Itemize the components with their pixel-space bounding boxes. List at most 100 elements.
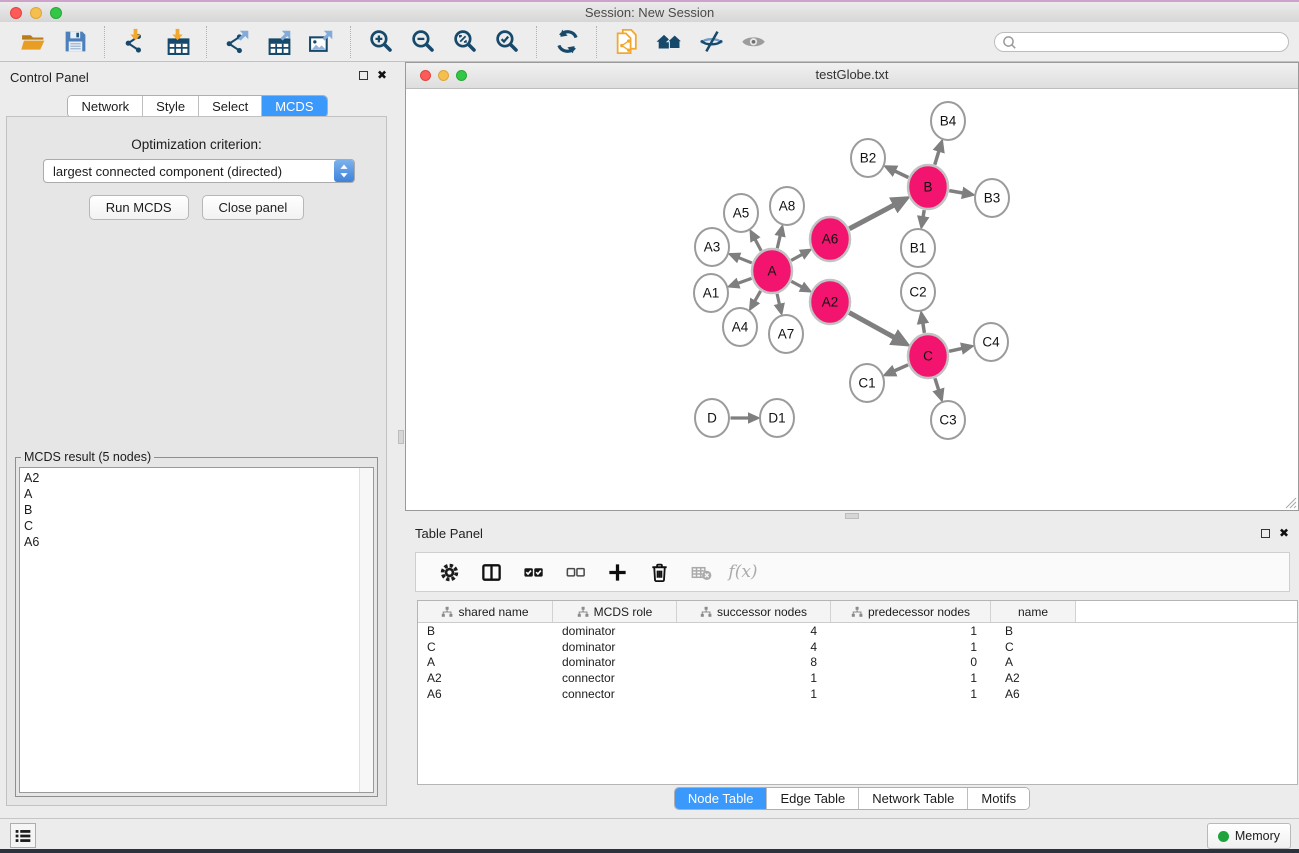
- node-B3[interactable]: B3: [975, 179, 1009, 217]
- edge-A-A3[interactable]: [739, 258, 752, 263]
- zoom-in-icon[interactable]: [364, 26, 398, 58]
- column-header-shared-name[interactable]: shared name: [418, 601, 553, 622]
- node-A[interactable]: A: [752, 249, 792, 293]
- table-cell[interactable]: 1: [677, 687, 831, 701]
- new-network-from-file-icon[interactable]: [610, 26, 644, 58]
- table-row[interactable]: A6connector11A6: [418, 686, 1297, 702]
- column-header-MCDS-role[interactable]: MCDS role: [553, 601, 677, 622]
- result-item[interactable]: A: [24, 486, 373, 502]
- resize-grip-icon[interactable]: [1285, 497, 1297, 509]
- table-cell[interactable]: A: [991, 655, 1076, 669]
- hide-unselected-icon[interactable]: [694, 26, 728, 58]
- function-builder-icon[interactable]: f(x): [728, 557, 758, 587]
- node-C[interactable]: C: [908, 334, 948, 378]
- edge-A-A2[interactable]: [791, 281, 802, 287]
- tab-network-table[interactable]: Network Table: [859, 788, 968, 809]
- edge-A2-C[interactable]: [849, 313, 894, 338]
- table-cell[interactable]: 4: [677, 640, 831, 654]
- column-header-name[interactable]: name: [991, 601, 1076, 622]
- node-C4[interactable]: C4: [974, 323, 1008, 361]
- table-row[interactable]: A2connector11A2: [418, 670, 1297, 686]
- node-A6[interactable]: A6: [810, 217, 850, 261]
- column-header-predecessor-nodes[interactable]: predecessor nodes: [831, 601, 991, 622]
- task-history-button[interactable]: [10, 823, 36, 848]
- show-all-icon[interactable]: [736, 26, 770, 58]
- node-D[interactable]: D: [695, 399, 729, 437]
- tab-mcds[interactable]: MCDS: [262, 96, 326, 117]
- search-input[interactable]: [1018, 34, 1288, 50]
- node-A4[interactable]: A4: [723, 308, 757, 346]
- zoom-fit-icon[interactable]: [448, 26, 482, 58]
- edge-A-A8[interactable]: [777, 236, 780, 249]
- zoom-out-icon[interactable]: [406, 26, 440, 58]
- tab-network[interactable]: Network: [68, 96, 143, 117]
- node-A5[interactable]: A5: [724, 194, 758, 232]
- table-row[interactable]: Adominator80A: [418, 655, 1297, 671]
- delete-table-icon[interactable]: [686, 557, 716, 587]
- table-cell[interactable]: dominator: [553, 624, 677, 638]
- delete-column-icon[interactable]: [644, 557, 674, 587]
- criterion-dropdown[interactable]: largest connected component (directed): [43, 159, 355, 183]
- import-network-icon[interactable]: [118, 26, 152, 58]
- edge-C-C3[interactable]: [935, 378, 939, 390]
- result-item[interactable]: B: [24, 502, 373, 518]
- save-session-icon[interactable]: [58, 26, 92, 58]
- node-A8[interactable]: A8: [770, 187, 804, 225]
- node-C3[interactable]: C3: [931, 401, 965, 439]
- export-image-icon[interactable]: [304, 26, 338, 58]
- node-D1[interactable]: D1: [760, 399, 794, 437]
- export-network-icon[interactable]: [220, 26, 254, 58]
- node-B2[interactable]: B2: [851, 139, 885, 177]
- close-panel-icon[interactable]: ✖: [377, 69, 387, 81]
- node-A3[interactable]: A3: [695, 228, 729, 266]
- close-table-panel-icon[interactable]: ✖: [1279, 527, 1289, 539]
- export-table-icon[interactable]: [262, 26, 296, 58]
- result-scrollbar[interactable]: [359, 468, 373, 792]
- table-cell[interactable]: B: [418, 624, 553, 638]
- table-row[interactable]: Bdominator41B: [418, 623, 1297, 639]
- result-item[interactable]: A2: [24, 470, 373, 486]
- column-header-successor-nodes[interactable]: successor nodes: [677, 601, 831, 622]
- import-table-icon[interactable]: [160, 26, 194, 58]
- tab-motifs[interactable]: Motifs: [968, 788, 1029, 809]
- home-icon[interactable]: [652, 26, 686, 58]
- edge-A6-B[interactable]: [849, 205, 894, 229]
- node-A2[interactable]: A2: [810, 280, 850, 324]
- node-A1[interactable]: A1: [694, 274, 728, 312]
- table-cell[interactable]: A: [418, 655, 553, 669]
- table-cell[interactable]: C: [418, 640, 553, 654]
- open-file-icon[interactable]: [16, 26, 50, 58]
- node-A7[interactable]: A7: [769, 315, 803, 353]
- settings-gear-icon[interactable]: [434, 557, 464, 587]
- edge-B-B2[interactable]: [895, 171, 908, 177]
- memory-button[interactable]: Memory: [1207, 823, 1291, 849]
- table-row[interactable]: Cdominator41C: [418, 639, 1297, 655]
- table-cell[interactable]: C: [991, 640, 1076, 654]
- result-item[interactable]: A6: [24, 534, 373, 550]
- node-C2[interactable]: C2: [901, 273, 935, 311]
- float-table-panel-icon[interactable]: [1261, 529, 1270, 538]
- table-cell[interactable]: 1: [831, 671, 991, 685]
- table-cell[interactable]: dominator: [553, 640, 677, 654]
- edge-C-C1[interactable]: [894, 365, 908, 371]
- run-mcds-button[interactable]: Run MCDS: [89, 195, 189, 220]
- refresh-icon[interactable]: [550, 26, 584, 58]
- edge-A-A7[interactable]: [777, 294, 779, 304]
- table-cell[interactable]: B: [991, 624, 1076, 638]
- float-panel-icon[interactable]: [359, 71, 368, 80]
- edge-B-B3[interactable]: [949, 191, 963, 193]
- table-cell[interactable]: A6: [991, 687, 1076, 701]
- edge-C-C4[interactable]: [949, 348, 962, 351]
- table-cell[interactable]: 0: [831, 655, 991, 669]
- table-cell[interactable]: A2: [991, 671, 1076, 685]
- close-panel-button[interactable]: Close panel: [202, 195, 305, 220]
- edge-A-A5[interactable]: [755, 239, 761, 250]
- edge-C-C2[interactable]: [923, 323, 925, 333]
- tab-select[interactable]: Select: [199, 96, 262, 117]
- table-cell[interactable]: 1: [831, 624, 991, 638]
- vertical-split-grip[interactable]: [398, 430, 404, 444]
- edge-B-B1[interactable]: [923, 210, 924, 217]
- node-B4[interactable]: B4: [931, 102, 965, 140]
- table-cell[interactable]: 1: [677, 671, 831, 685]
- table-cell[interactable]: connector: [553, 687, 677, 701]
